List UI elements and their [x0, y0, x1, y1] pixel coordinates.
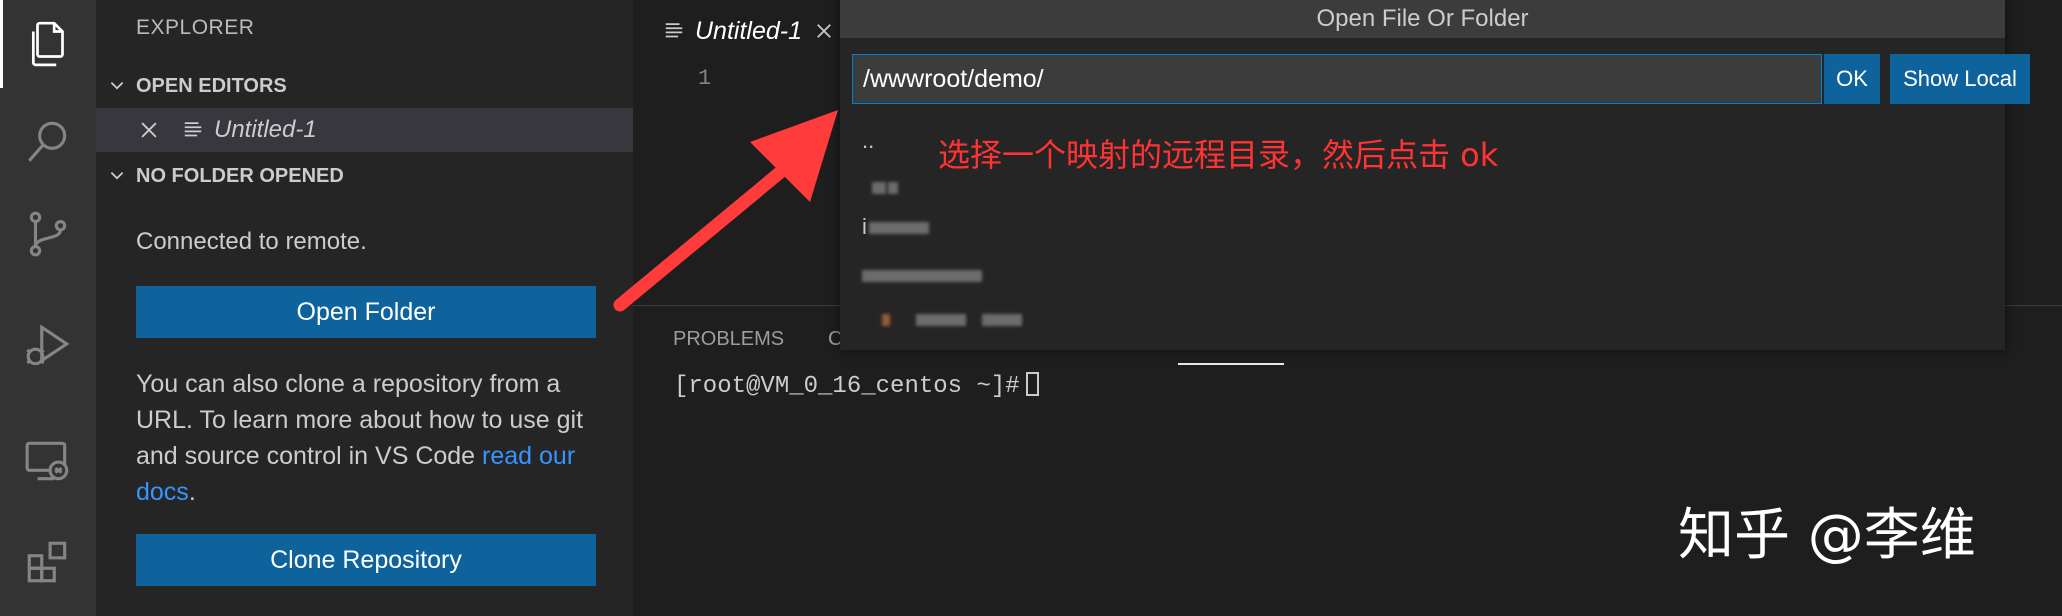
tab-problems[interactable]: PROBLEMS — [673, 328, 784, 351]
explorer-icon[interactable] — [0, 0, 96, 88]
file-lines-icon — [665, 23, 683, 38]
terminal-cursor — [1025, 372, 1039, 396]
list-item-label: .. — [862, 128, 875, 153]
tab-untitled-1[interactable]: Untitled-1 — [633, 0, 843, 62]
open-editors-header[interactable]: OPEN EDITORS — [96, 66, 633, 106]
tab-label: Untitled-1 — [695, 16, 802, 45]
blurred-text — [868, 222, 929, 235]
red-arrow-icon — [613, 110, 838, 312]
extensions-icon[interactable] — [0, 518, 96, 606]
open-folder-button[interactable]: Open Folder — [136, 286, 596, 338]
close-icon[interactable] — [814, 21, 834, 41]
clone-description: You can also clone a repository from a U… — [136, 366, 606, 510]
file-lines-icon — [184, 122, 202, 137]
source-control-icon[interactable] — [0, 190, 96, 278]
chevron-down-icon — [110, 81, 124, 90]
quick-open-dialog: Open File Or Folder OK Show Local .. i 选… — [840, 0, 2030, 350]
active-tab-indicator — [1178, 363, 1284, 365]
ok-button[interactable]: OK — [1824, 54, 1880, 104]
list-item[interactable] — [862, 306, 1022, 332]
annotation-text: 选择一个映射的远程目录，然后点击 ok — [938, 136, 1499, 174]
explorer-sidebar: EXPLORER OPEN EDITORS Untitled-1 NO FOLD… — [96, 0, 633, 616]
blurred-text — [888, 182, 898, 195]
run-debug-icon[interactable] — [0, 302, 96, 390]
blurred-text — [872, 182, 886, 195]
quick-open-title: Open File Or Folder — [840, 0, 2005, 38]
close-icon[interactable] — [138, 119, 160, 141]
no-folder-label: NO FOLDER OPENED — [136, 164, 344, 187]
watermark: 知乎 @李维 — [1678, 503, 1976, 568]
description-end: . — [188, 478, 196, 506]
list-item[interactable] — [862, 174, 898, 200]
terminal-prompt-text: [root@VM_0_16_centos ~]# — [674, 373, 1020, 400]
open-editors-label: OPEN EDITORS — [136, 74, 287, 97]
open-editor-name: Untitled-1 — [214, 116, 317, 143]
list-item[interactable]: .. — [862, 128, 874, 154]
no-folder-header[interactable]: NO FOLDER OPENED — [96, 156, 633, 196]
blurred-icon — [882, 314, 890, 327]
blurred-text — [982, 314, 1022, 327]
show-local-button[interactable]: Show Local — [1890, 54, 2030, 104]
activity-bar — [0, 0, 96, 616]
connected-text: Connected to remote. — [136, 228, 367, 255]
list-item[interactable]: i — [862, 214, 929, 240]
blurred-text — [862, 270, 982, 283]
path-input[interactable] — [852, 54, 1822, 104]
remote-explorer-icon[interactable] — [0, 418, 96, 506]
list-item-label: i — [862, 214, 867, 239]
open-editor-item[interactable]: Untitled-1 — [96, 108, 633, 152]
search-icon[interactable] — [0, 98, 96, 186]
terminal-prompt[interactable]: [root@VM_0_16_centos ~]# — [674, 372, 1039, 400]
clone-repository-button[interactable]: Clone Repository — [136, 534, 596, 586]
line-number: 1 — [698, 66, 712, 91]
chevron-down-icon — [110, 171, 124, 180]
list-item[interactable] — [862, 262, 982, 288]
sidebar-title: EXPLORER — [136, 16, 255, 39]
blurred-text — [916, 314, 966, 327]
